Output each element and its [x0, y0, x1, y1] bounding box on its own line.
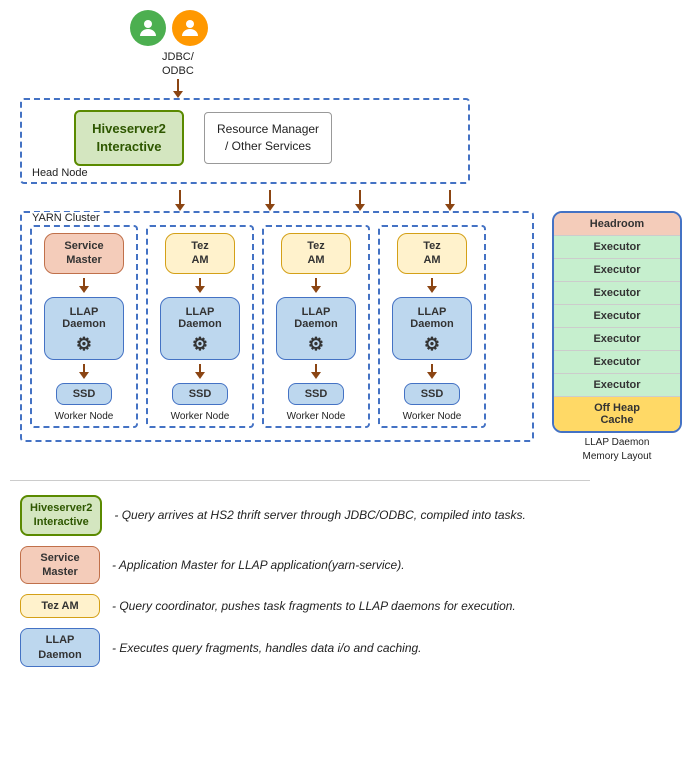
gear-icon-4: ⚙: [424, 334, 440, 355]
ssd-box-1: SSD: [56, 383, 113, 405]
memory-offheap: Off HeapCache: [554, 397, 680, 431]
legend-item-llap: LLAPDaemon - Executes query fragments, h…: [20, 628, 682, 667]
llap-memory-label: LLAP DaemonMemory Layout: [583, 436, 652, 464]
jdbc-label: JDBC/ODBC: [162, 50, 194, 79]
legend-tez-am-text: - Query coordinator, pushes task fragmen…: [112, 599, 516, 613]
legend-item-service-master: ServiceMaster - Application Master for L…: [20, 546, 682, 585]
arrow-to-node4: [445, 190, 455, 211]
memory-executor-7: Executor: [554, 374, 680, 397]
legend-hiveserver2-text: - Query arrives at HS2 thrift server thr…: [114, 508, 525, 522]
legend-item-tez-am: Tez AM - Query coordinator, pushes task …: [20, 594, 682, 618]
memory-executor-2: Executor: [554, 259, 680, 282]
memory-headroom: Headroom: [554, 213, 680, 236]
memory-executor-5: Executor: [554, 328, 680, 351]
arrow-to-node2: [265, 190, 275, 211]
worker-node-label-4: Worker Node: [403, 411, 462, 422]
worker-node-label-1: Worker Node: [55, 411, 114, 422]
ssd-box-2: SSD: [172, 383, 229, 405]
gear-icon-2: ⚙: [192, 334, 208, 355]
arrow-llap-ssd-3: [311, 364, 321, 379]
worker-node-4: TezAM LLAPDaemon ⚙ SSD Worker Node: [378, 225, 486, 428]
llap-daemon-2: LLAPDaemon ⚙: [160, 297, 240, 360]
memory-executor-4: Executor: [554, 305, 680, 328]
head-node-label: Head Node: [30, 167, 90, 179]
legend-service-master-text: - Application Master for LLAP applicatio…: [112, 558, 405, 572]
worker-node-label-3: Worker Node: [287, 411, 346, 422]
tez-am-box-4: TezAM: [397, 233, 467, 274]
llap-daemon-1: LLAPDaemon ⚙: [44, 297, 124, 360]
legend-item-hiveserver2: Hiveserver2Interactive - Query arrives a…: [20, 495, 682, 536]
worker-node-label-2: Worker Node: [171, 411, 230, 422]
arrow-tez-llap-3: [311, 278, 321, 293]
arrow-llap-ssd-1: [79, 364, 89, 379]
gear-icon-3: ⚙: [308, 334, 324, 355]
memory-executor-3: Executor: [554, 282, 680, 305]
arrow-llap-ssd-2: [195, 364, 205, 379]
legend-hiveserver2-box: Hiveserver2Interactive: [20, 495, 102, 536]
arrow-tez-llap-2: [195, 278, 205, 293]
service-master-box: ServiceMaster: [44, 233, 124, 274]
legend-llap-text: - Executes query fragments, handles data…: [112, 641, 422, 655]
arrow-tez-llap-4: [427, 278, 437, 293]
llap-daemon-3: LLAPDaemon ⚙: [276, 297, 356, 360]
arrow-sm-llap: [79, 278, 89, 293]
arrow-to-node3: [355, 190, 365, 211]
jdbc-arrow: [173, 79, 183, 98]
llap-daemon-4: LLAPDaemon ⚙: [392, 297, 472, 360]
legend-tez-am-box: Tez AM: [20, 594, 100, 618]
ssd-box-4: SSD: [404, 383, 461, 405]
tez-am-box-2: TezAM: [165, 233, 235, 274]
legend-llap-box: LLAPDaemon: [20, 628, 100, 667]
resource-manager-box: Resource Manager/ Other Services: [204, 112, 332, 164]
diagram-container: JDBC/ODBC Head Node Hiveserver2Interacti…: [0, 0, 692, 677]
divider: [10, 480, 590, 481]
yarn-cluster-label: YARN Cluster: [30, 212, 102, 224]
memory-executor-6: Executor: [554, 351, 680, 374]
user-icons: [130, 10, 208, 46]
worker-node-3: TezAM LLAPDaemon ⚙ SSD Worker Node: [262, 225, 370, 428]
memory-executor-1: Executor: [554, 236, 680, 259]
legend-section: Hiveserver2Interactive - Query arrives a…: [20, 495, 682, 667]
arrow-to-node1: [175, 190, 185, 211]
worker-node-1: ServiceMaster LLAPDaemon ⚙ SSD Worker: [30, 225, 138, 428]
llap-memory-layout: Headroom Executor Executor Executor Exec…: [552, 211, 682, 464]
user-icon-green: [130, 10, 166, 46]
legend-service-master-box: ServiceMaster: [20, 546, 100, 585]
ssd-box-3: SSD: [288, 383, 345, 405]
arrow-llap-ssd-4: [427, 364, 437, 379]
worker-node-2: TezAM LLAPDaemon ⚙ SSD Worker Node: [146, 225, 254, 428]
gear-icon-1: ⚙: [76, 334, 92, 355]
llap-memory-box: Headroom Executor Executor Executor Exec…: [552, 211, 682, 433]
tez-am-box-3: TezAM: [281, 233, 351, 274]
hiveserver2-box: Hiveserver2Interactive: [74, 110, 184, 166]
user-icon-orange: [172, 10, 208, 46]
